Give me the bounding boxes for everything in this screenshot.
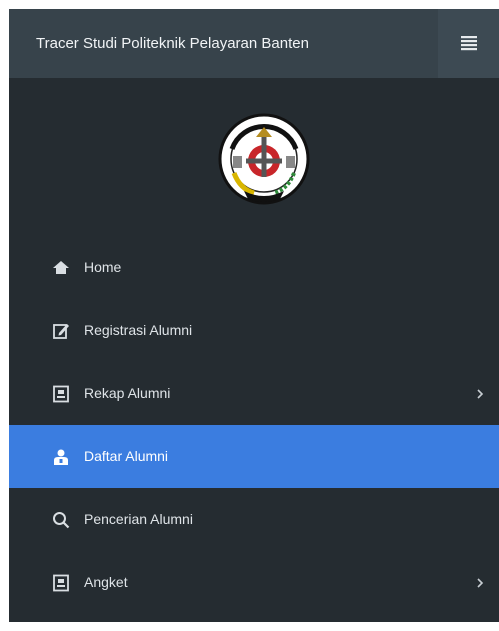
- app-title: Tracer Studi Politeknik Pelayaran Banten: [36, 35, 309, 52]
- report-icon: [53, 385, 69, 403]
- chevron-right-icon: [477, 578, 484, 588]
- sidebar-item-rekap-alumni[interactable]: Rekap Alumni: [9, 362, 499, 425]
- hamburger-icon: [461, 36, 477, 51]
- sidebar-item-label: Rekap Alumni: [84, 385, 171, 401]
- top-bar: Tracer Studi Politeknik Pelayaran Banten: [9, 9, 499, 78]
- edit-icon: [53, 324, 69, 339]
- menu-toggle-button[interactable]: [438, 9, 499, 78]
- home-icon: [53, 261, 69, 274]
- app-frame: Tracer Studi Politeknik Pelayaran Banten: [9, 9, 499, 622]
- sidebar-item-daftar-alumni[interactable]: Daftar Alumni: [9, 425, 499, 488]
- search-icon: [53, 512, 70, 529]
- sidebar-item-pencerian-alumni[interactable]: Pencerian Alumni: [9, 488, 499, 551]
- sidebar-item-home[interactable]: Home: [9, 236, 499, 299]
- user-list-icon: [54, 449, 68, 465]
- sidebar-item-label: Daftar Alumni: [84, 448, 169, 464]
- sidebar-nav: Home Registrasi Alumni Rekap Alumni Daft…: [9, 236, 499, 614]
- chevron-right-icon: [477, 389, 484, 399]
- sidebar-item-label: Angket: [84, 574, 128, 590]
- sidebar-item-angket[interactable]: Angket: [9, 551, 499, 614]
- report-icon: [53, 574, 69, 592]
- sidebar-item-label: Pencerian Alumni: [84, 511, 193, 527]
- sidebar-item-label: Registrasi Alumni: [84, 322, 193, 338]
- sidebar-item-registrasi-alumni[interactable]: Registrasi Alumni: [9, 299, 499, 362]
- institution-logo: [218, 113, 310, 205]
- sidebar-item-label: Home: [84, 259, 122, 275]
